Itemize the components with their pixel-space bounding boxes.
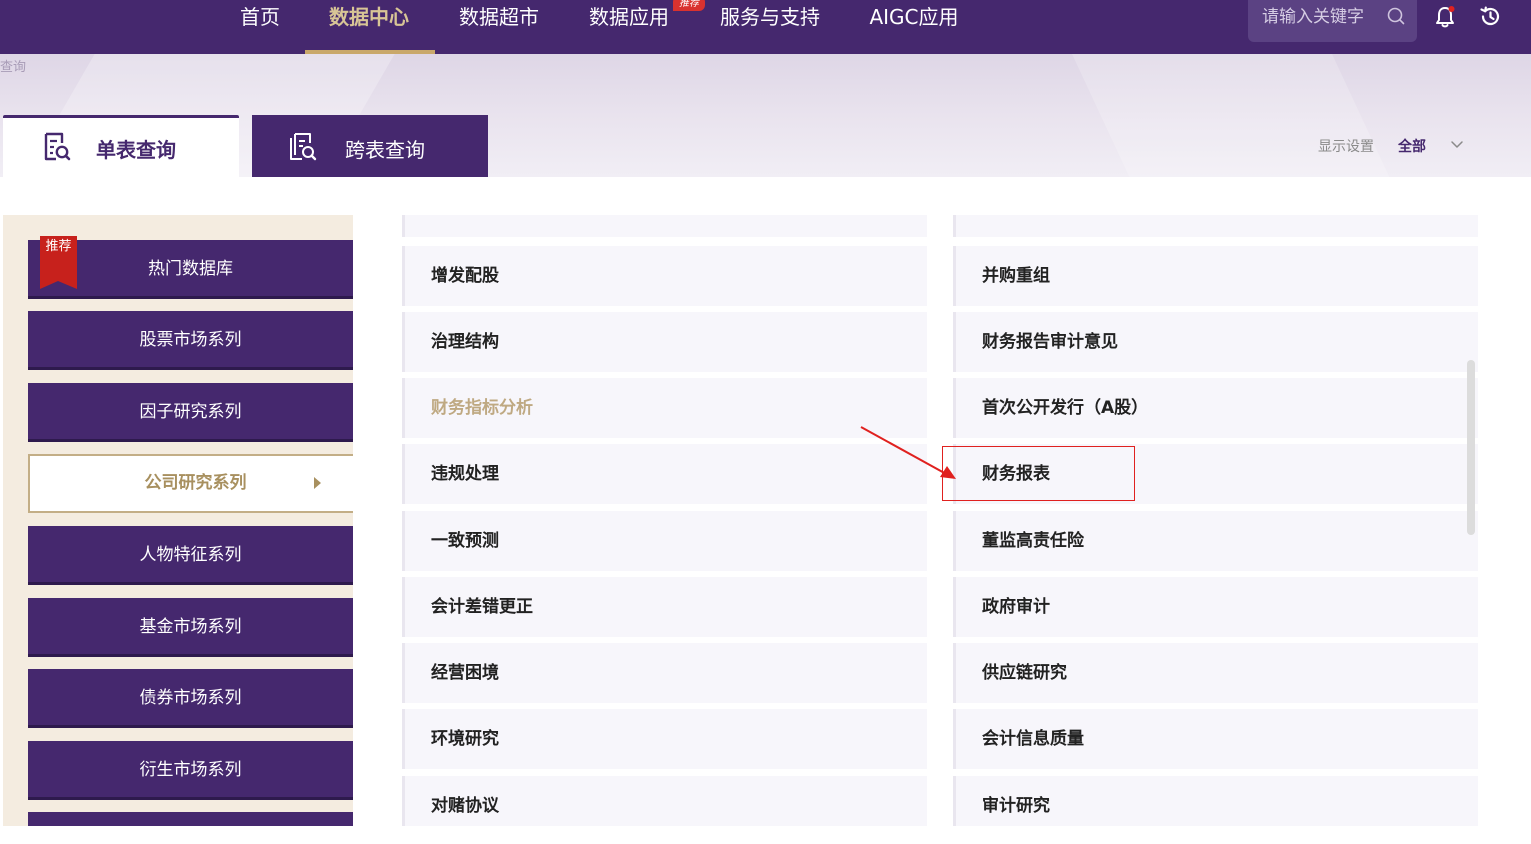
database-item-financial-statements[interactable]: 财务报表 — [953, 444, 1478, 504]
scrollbar-thumb[interactable] — [1467, 360, 1475, 535]
sidebar-item-label: 热门数据库 — [148, 259, 233, 279]
nav-data-application[interactable]: 数据应用 — [578, 0, 680, 54]
sidebar-item-label: 衍生市场系列 — [139, 760, 242, 780]
database-item[interactable]: 违规处理 — [402, 444, 927, 504]
query-banner: 查询 单表查询 跨表查询 显示设置 全部 — [0, 54, 1531, 177]
sidebar-item-label: 因子研究系列 — [139, 402, 242, 422]
search-icon[interactable] — [1386, 6, 1406, 26]
sidebar-item-factor-research[interactable]: 因子研究系列 — [28, 383, 353, 442]
tab-cross-table-query[interactable]: 跨表查询 — [252, 115, 488, 177]
database-item[interactable]: 供应链研究 — [953, 643, 1478, 703]
tab-label: 单表查询 — [96, 138, 176, 162]
database-item-partial[interactable] — [402, 215, 927, 237]
database-item[interactable]: 政府审计 — [953, 577, 1478, 637]
top-navbar: 首页 数据中心 数据超市 数据应用 推荐 服务与支持 AIGC应用 — [0, 0, 1531, 54]
recommend-badge: 推荐 — [673, 0, 705, 11]
chevron-down-icon[interactable] — [1450, 140, 1464, 150]
search-input[interactable] — [1262, 4, 1380, 30]
sidebar-item-label: 基金市场系列 — [139, 617, 242, 637]
database-item[interactable]: 一致预测 — [402, 511, 927, 571]
recommend-badge: 推荐 — [40, 236, 77, 289]
database-item[interactable]: 治理结构 — [402, 312, 927, 372]
database-item-partial[interactable] — [953, 215, 1478, 237]
category-sidebar: 热门数据库 股票市场系列 因子研究系列 公司研究系列 人物特征系列 基金市场系列… — [3, 215, 353, 826]
sidebar-item-label: 公司研究系列 — [144, 473, 247, 493]
nav-service-support[interactable]: 服务与支持 — [710, 0, 830, 54]
sidebar-item-bond-market[interactable]: 债券市场系列 — [28, 669, 353, 728]
document-search-icon — [290, 133, 317, 161]
caret-right-icon — [314, 477, 321, 489]
tab-single-table-query[interactable]: 单表查询 — [3, 115, 239, 177]
sidebar-item-person-characteristics[interactable]: 人物特征系列 — [28, 526, 353, 585]
database-item[interactable]: 财务报告审计意见 — [953, 312, 1478, 372]
database-item[interactable]: 对赌协议 — [402, 776, 927, 826]
sidebar-item-company-research[interactable]: 公司研究系列 — [28, 454, 353, 513]
display-settings-label: 显示设置 — [1318, 139, 1374, 155]
sidebar-item-more[interactable] — [28, 812, 353, 826]
nav-data-market[interactable]: 数据超市 — [448, 0, 550, 54]
sidebar-item-derivatives-market[interactable]: 衍生市场系列 — [28, 741, 353, 800]
database-item[interactable]: 董监高责任险 — [953, 511, 1478, 571]
database-grid: 增发配股 治理结构 财务指标分析 违规处理 一致预测 会计差错更正 经营困境 环… — [402, 215, 1478, 826]
sidebar-item-stock-market[interactable]: 股票市场系列 — [28, 311, 353, 370]
nav-aigc-application[interactable]: AIGC应用 — [858, 0, 970, 54]
database-item[interactable]: 会计差错更正 — [402, 577, 927, 637]
database-item[interactable]: 经营困境 — [402, 643, 927, 703]
sidebar-item-label: 债券市场系列 — [139, 688, 242, 708]
banner-decoration — [1058, 54, 1402, 177]
sidebar-item-label: 股票市场系列 — [139, 330, 242, 350]
database-item[interactable]: 首次公开发行（A股） — [953, 378, 1478, 438]
sidebar-item-label: 人物特征系列 — [139, 545, 242, 565]
database-item[interactable]: 审计研究 — [953, 776, 1478, 826]
nav-data-center[interactable]: 数据中心 — [318, 0, 420, 54]
database-item[interactable]: 财务指标分析 — [402, 378, 927, 438]
tab-label: 跨表查询 — [345, 138, 425, 162]
database-item[interactable]: 并购重组 — [953, 246, 1478, 306]
breadcrumb: 查询 — [0, 60, 27, 75]
history-icon[interactable] — [1479, 5, 1502, 28]
sidebar-item-fund-market[interactable]: 基金市场系列 — [28, 598, 353, 657]
display-settings-select[interactable]: 全部 — [1398, 136, 1426, 156]
document-search-icon — [44, 132, 71, 161]
database-item[interactable]: 增发配股 — [402, 246, 927, 306]
database-item[interactable]: 会计信息质量 — [953, 709, 1478, 769]
database-item[interactable]: 环境研究 — [402, 709, 927, 769]
nav-home[interactable]: 首页 — [222, 0, 298, 54]
bell-icon[interactable] — [1434, 5, 1456, 29]
